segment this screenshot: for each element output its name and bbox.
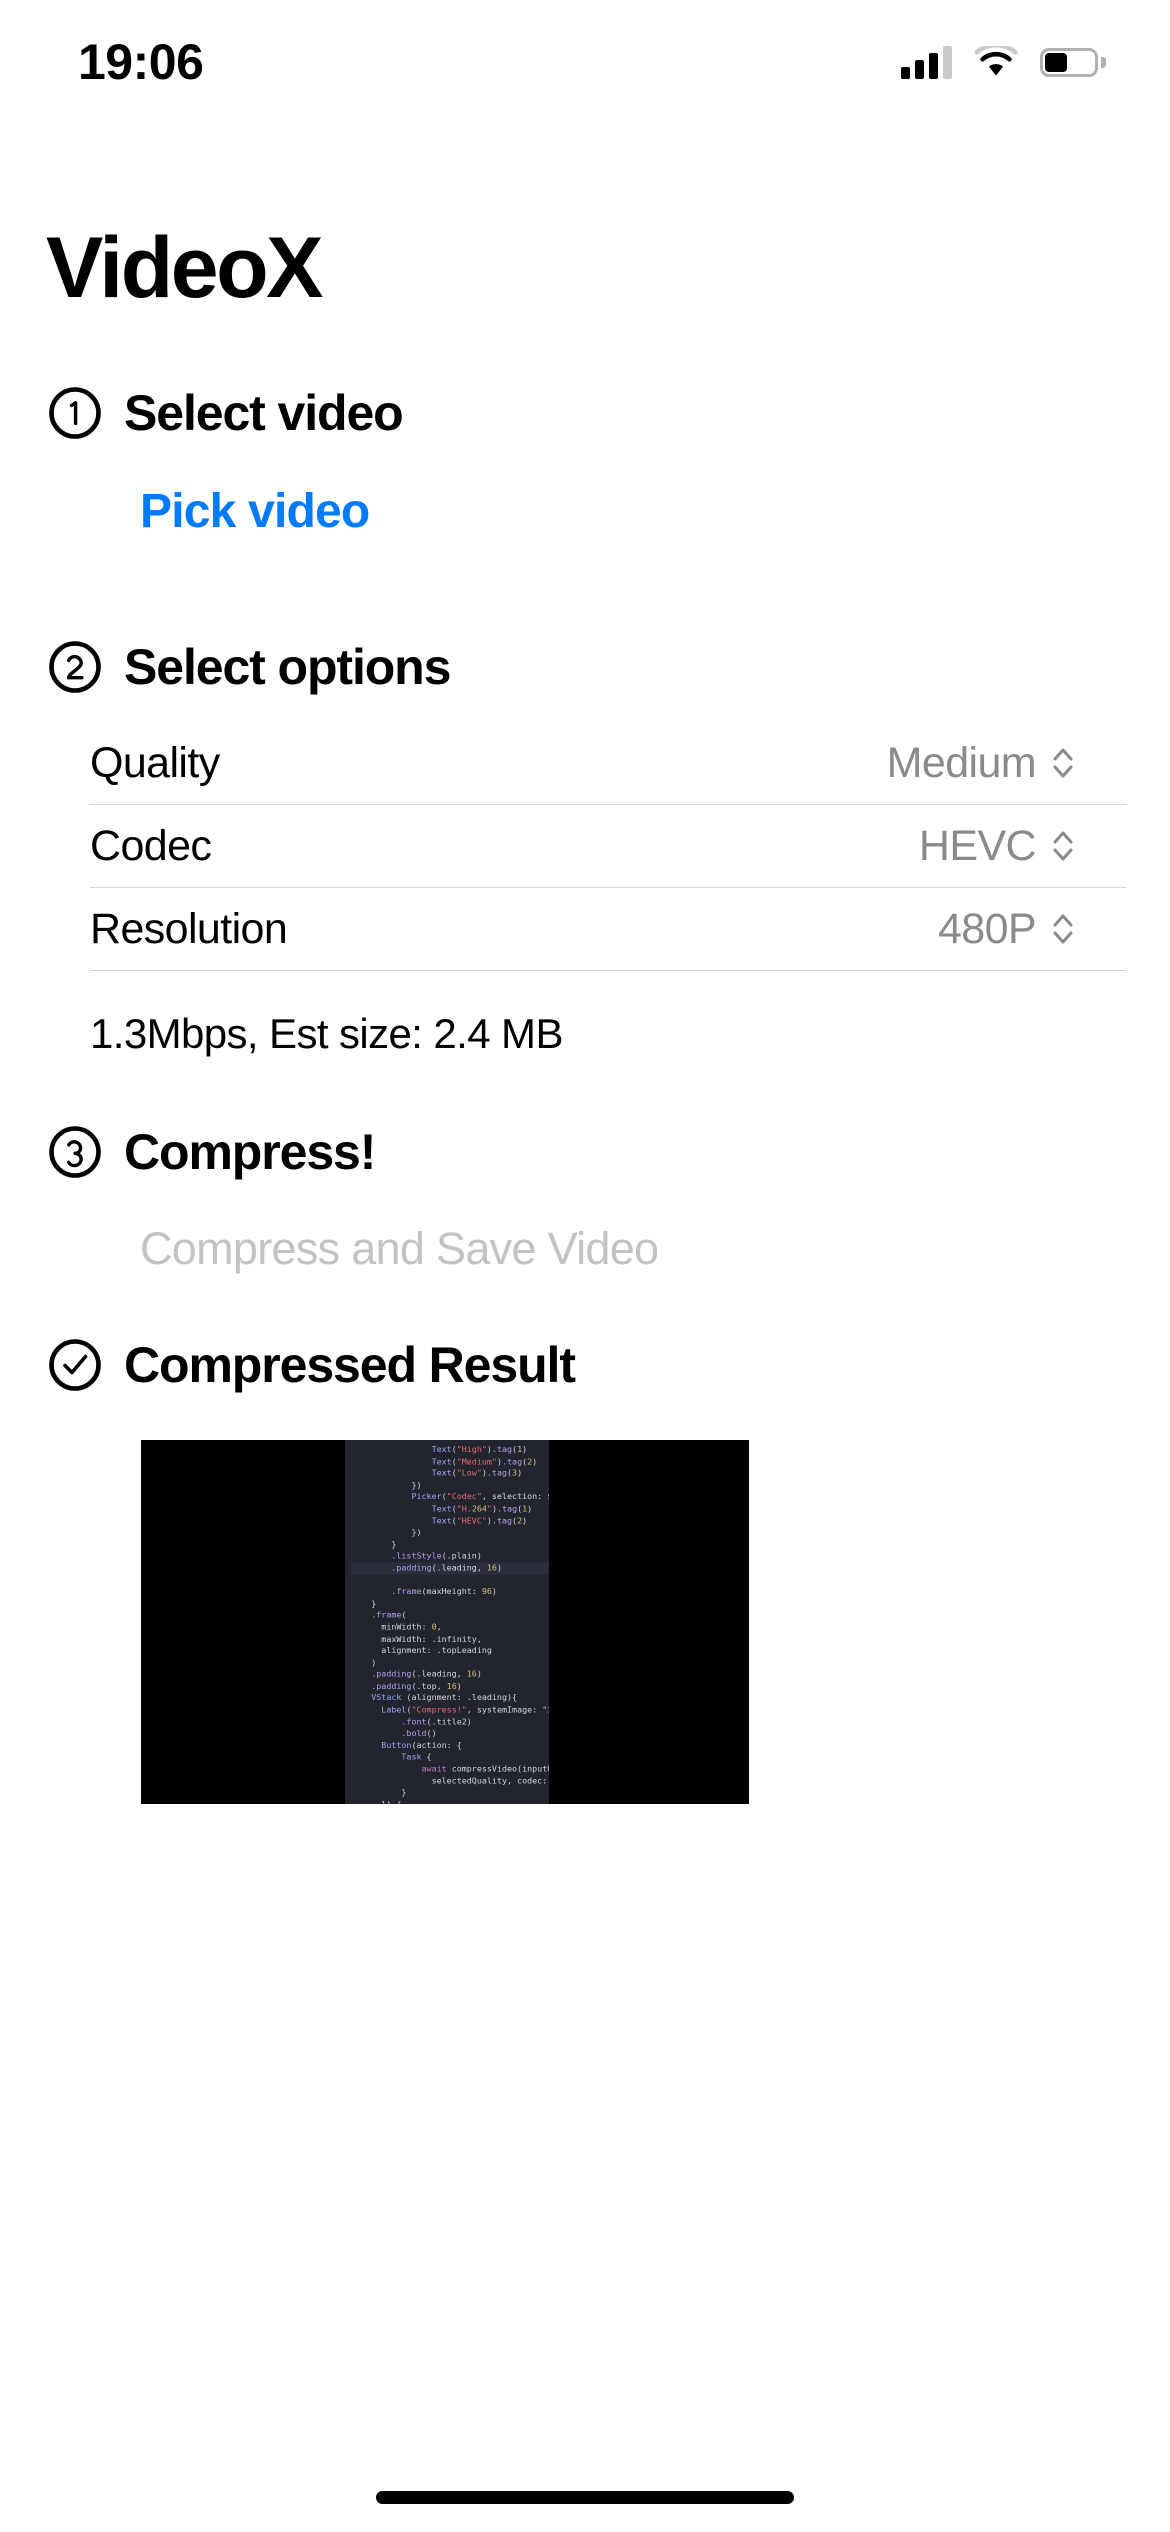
- section-select-options: Select options Quality Medium Codec HEVC: [44, 640, 1126, 1055]
- status-bar: 19:06: [0, 0, 1170, 108]
- chevron-up-down-icon: [1053, 831, 1073, 861]
- options-list: Quality Medium Codec HEVC Resolution 480…: [44, 722, 1126, 971]
- step2-header: Select options: [48, 640, 1126, 694]
- step1-title: Select video: [124, 385, 404, 441]
- section-compressed-result: Compressed Result Text("High").tag(1) Te…: [44, 1338, 1126, 1804]
- home-indicator: [376, 2491, 794, 2504]
- section-select-video: Select video Pick video: [44, 386, 1126, 536]
- step3-header: Compress!: [48, 1125, 1126, 1179]
- checkmark-circle-icon: [49, 1339, 101, 1391]
- option-row-codec[interactable]: Codec HEVC: [44, 805, 1126, 887]
- section-compress: Compress! Compress and Save Video: [44, 1125, 1126, 1271]
- status-bar-time: 19:06: [78, 34, 204, 90]
- step4-title: Compressed Result: [124, 1337, 576, 1393]
- option-picker-quality[interactable]: Medium: [886, 738, 1076, 787]
- chevron-up-down-icon: [1053, 914, 1073, 944]
- pick-video-button[interactable]: Pick video: [140, 488, 1126, 536]
- battery-icon: [1040, 47, 1106, 77]
- step3-title: Compress!: [124, 1124, 376, 1180]
- option-picker-resolution[interactable]: 480P: [937, 904, 1076, 953]
- main-content: VideoX Select video Pick video Select op…: [0, 225, 1170, 1804]
- option-value-resolution: 480P: [937, 904, 1037, 953]
- video-code-frame: Text("High").tag(1) Text("Medium").tag(2…: [345, 1440, 549, 1804]
- compress-and-save-button[interactable]: Compress and Save Video: [140, 1226, 1126, 1271]
- number-three-circle-icon: [49, 1126, 101, 1178]
- step1-header: Select video: [48, 386, 1126, 440]
- option-separator: [90, 970, 1126, 971]
- result-video-thumbnail[interactable]: Text("High").tag(1) Text("Medium").tag(2…: [141, 1440, 749, 1804]
- option-row-quality[interactable]: Quality Medium: [44, 722, 1126, 804]
- option-label-codec: Codec: [90, 821, 212, 870]
- option-row-resolution[interactable]: Resolution 480P: [44, 888, 1126, 970]
- number-one-circle-icon: [49, 387, 101, 439]
- option-label-resolution: Resolution: [90, 904, 288, 953]
- wifi-icon: [974, 46, 1018, 76]
- estimated-size-label: 1.3Mbps, Est size: 2.4 MB: [90, 1010, 563, 1057]
- video-code-text: Text("High").tag(1) Text("Medium").tag(2…: [345, 1440, 549, 1804]
- cellular-signal-icon: [901, 45, 952, 79]
- option-value-quality: Medium: [886, 738, 1037, 787]
- chevron-up-down-icon: [1053, 748, 1073, 778]
- step2-title: Select options: [124, 639, 451, 695]
- option-picker-codec[interactable]: HEVC: [918, 821, 1076, 870]
- number-two-circle-icon: [49, 641, 101, 693]
- option-label-quality: Quality: [90, 738, 220, 787]
- option-value-codec: HEVC: [918, 821, 1037, 870]
- status-bar-indicators: [901, 29, 1106, 79]
- page-title: VideoX: [46, 220, 323, 316]
- step4-header: Compressed Result: [48, 1338, 1126, 1392]
